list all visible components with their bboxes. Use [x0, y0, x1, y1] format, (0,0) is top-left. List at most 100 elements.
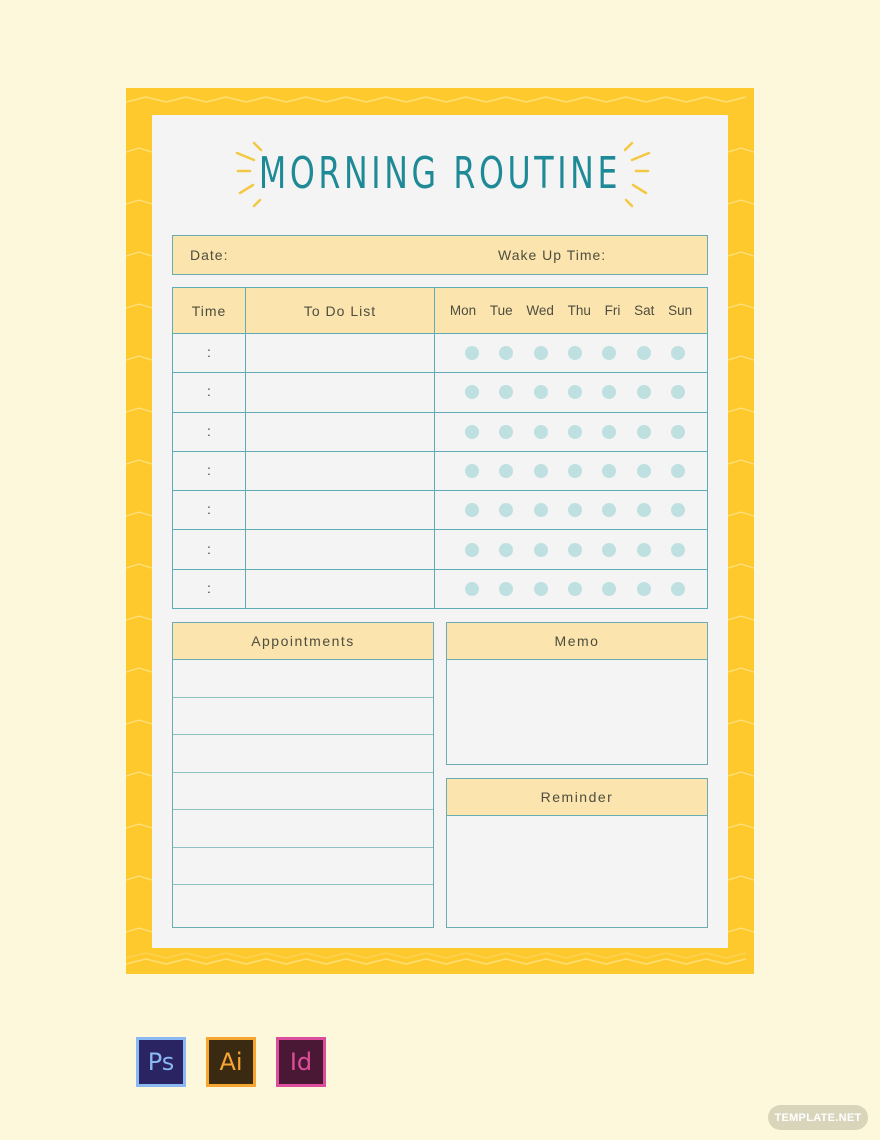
document-title: MORNING ROUTINE [258, 148, 622, 199]
day-checkbox-tue[interactable] [499, 424, 514, 439]
day-checkbox-thu[interactable] [567, 463, 582, 478]
day-checkbox-sat[interactable] [636, 385, 651, 400]
todo-cell[interactable] [245, 490, 435, 531]
day-header-thu: Thu [567, 303, 591, 318]
day-checkbox-thu[interactable] [567, 346, 582, 361]
day-checkbox-sun[interactable] [670, 463, 685, 478]
day-checkbox-sat[interactable] [636, 463, 651, 478]
time-cell[interactable]: : [172, 450, 246, 492]
day-checkbox-wed[interactable] [533, 385, 548, 400]
day-checkbox-sun[interactable] [670, 581, 685, 596]
day-checkbox-sun[interactable] [670, 385, 685, 400]
appointment-line[interactable] [173, 885, 433, 923]
day-checkbox-fri[interactable] [602, 424, 617, 439]
day-checkbox-mon[interactable] [465, 463, 480, 478]
title-area: MORNING ROUTINE [152, 138, 728, 218]
date-field[interactable]: Date: [190, 247, 228, 263]
day-checkbox-sun[interactable] [670, 503, 685, 518]
time-cell[interactable]: : [172, 490, 246, 531]
day-checkbox-tue[interactable] [499, 463, 514, 478]
day-checkbox-fri[interactable] [602, 542, 617, 557]
frame-wave-line [727, 199, 754, 205]
day-checkbox-sat[interactable] [636, 503, 651, 518]
appointment-line[interactable] [173, 810, 433, 848]
day-checkbox-wed[interactable] [533, 346, 548, 361]
indesign-icon: Id [276, 1037, 326, 1087]
frame-wave-line [126, 251, 153, 257]
day-checkbox-wed[interactable] [533, 503, 548, 518]
day-checkbox-sat[interactable] [636, 581, 651, 596]
todo-cell[interactable] [245, 372, 435, 413]
frame-wave-line [727, 563, 754, 569]
watermark-badge: TEMPLATE.NET [768, 1105, 868, 1130]
day-checkbox-wed[interactable] [533, 463, 548, 478]
todo-cell[interactable] [245, 529, 435, 570]
time-cell[interactable]: : [172, 332, 246, 374]
frame-wave-line [126, 875, 153, 881]
day-checkbox-thu[interactable] [567, 503, 582, 518]
day-checkboxes [434, 529, 708, 570]
day-checkbox-mon[interactable] [465, 542, 480, 557]
day-checkbox-wed[interactable] [533, 424, 548, 439]
time-cell[interactable]: : [172, 372, 246, 413]
frame-wave-line [727, 823, 754, 829]
day-checkbox-fri[interactable] [602, 581, 617, 596]
appointment-line[interactable] [173, 698, 433, 735]
illustrator-icon: Ai [206, 1037, 256, 1087]
day-checkbox-wed[interactable] [533, 581, 548, 596]
time-cell[interactable]: : [172, 568, 246, 610]
day-checkbox-tue[interactable] [499, 346, 514, 361]
todo-cell[interactable] [245, 450, 435, 492]
day-checkbox-tue[interactable] [499, 385, 514, 400]
app-icons: Ps Ai Id [136, 1037, 326, 1087]
frame-wave-line [126, 511, 153, 517]
frame-wave-line [126, 199, 153, 205]
frame-wave-line [126, 407, 153, 413]
day-checkbox-mon[interactable] [465, 503, 480, 518]
day-checkbox-sun[interactable] [670, 424, 685, 439]
reminder-area[interactable] [447, 816, 707, 926]
frame-wave-line [727, 147, 754, 153]
day-checkbox-fri[interactable] [602, 503, 617, 518]
todo-cell[interactable] [245, 411, 435, 452]
day-checkbox-sun[interactable] [670, 346, 685, 361]
day-checkbox-thu[interactable] [567, 385, 582, 400]
frame-wave-line [126, 563, 153, 569]
frame-wave-line [727, 719, 754, 725]
routine-header-row: Time To Do List Mon Tue Wed Thu Fri Sat Sun [172, 287, 708, 334]
time-colon: : [207, 540, 211, 557]
day-checkbox-thu[interactable] [567, 424, 582, 439]
day-checkbox-fri[interactable] [602, 385, 617, 400]
day-checkbox-tue[interactable] [499, 581, 514, 596]
day-checkbox-fri[interactable] [602, 463, 617, 478]
todo-cell[interactable] [245, 332, 435, 374]
routine-row: : [172, 529, 708, 570]
frame-wave-line [727, 511, 754, 517]
day-checkbox-mon[interactable] [465, 346, 480, 361]
memo-area[interactable] [447, 660, 707, 764]
day-checkbox-sun[interactable] [670, 542, 685, 557]
day-checkbox-mon[interactable] [465, 424, 480, 439]
day-checkbox-sat[interactable] [636, 346, 651, 361]
day-checkbox-fri[interactable] [602, 346, 617, 361]
wake-up-time-field[interactable]: Wake Up Time: [498, 247, 606, 263]
appointment-line[interactable] [173, 660, 433, 698]
day-checkbox-mon[interactable] [465, 385, 480, 400]
day-checkbox-tue[interactable] [499, 503, 514, 518]
day-checkbox-tue[interactable] [499, 542, 514, 557]
frame-wave-line [727, 407, 754, 413]
day-checkbox-thu[interactable] [567, 581, 582, 596]
reminder-box: Reminder [446, 778, 708, 928]
day-checkbox-sat[interactable] [636, 424, 651, 439]
day-checkbox-sat[interactable] [636, 542, 651, 557]
time-cell[interactable]: : [172, 529, 246, 570]
day-checkbox-mon[interactable] [465, 581, 480, 596]
day-checkbox-thu[interactable] [567, 542, 582, 557]
time-cell[interactable]: : [172, 411, 246, 452]
todo-cell[interactable] [245, 568, 435, 610]
appointment-line[interactable] [173, 848, 433, 885]
appointment-line[interactable] [173, 735, 433, 773]
day-checkbox-wed[interactable] [533, 542, 548, 557]
frame-wave-line [727, 355, 754, 361]
appointment-line[interactable] [173, 773, 433, 810]
